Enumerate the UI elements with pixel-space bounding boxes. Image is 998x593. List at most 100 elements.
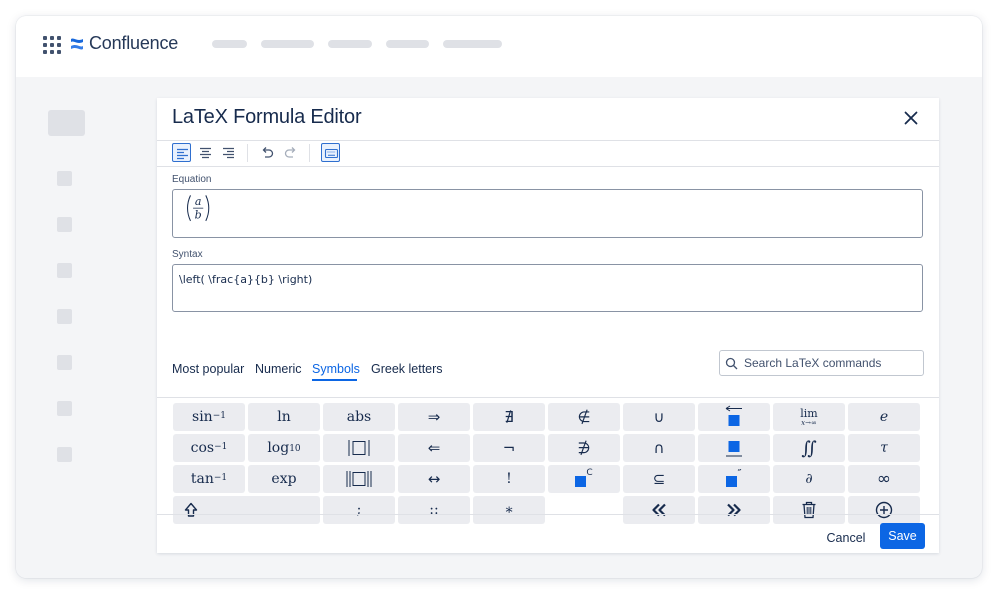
underline-placeholder-icon	[726, 441, 742, 457]
rendered-formula: a b	[187, 195, 210, 221]
key-log10[interactable]: log 10	[248, 434, 320, 462]
redo-button[interactable]	[281, 143, 300, 162]
key-intersection[interactable]: ∩	[623, 434, 695, 462]
sidebar-item-2[interactable]	[57, 217, 72, 232]
nav-placeholder-4[interactable]	[386, 40, 429, 48]
delete-button[interactable]	[773, 496, 845, 524]
sidebar-item-5[interactable]	[57, 355, 72, 370]
nav-placeholder-5[interactable]	[443, 40, 502, 48]
search-icon	[725, 357, 738, 370]
tab-greek-letters[interactable]: Greek letters	[371, 362, 443, 376]
key-overleftarrow[interactable]	[698, 403, 770, 431]
key-double-prime[interactable]: ″	[698, 465, 770, 493]
align-left-button[interactable]	[172, 143, 191, 162]
align-center-icon	[200, 147, 211, 159]
tab-most-popular[interactable]: Most popular	[172, 362, 244, 376]
search-input[interactable]	[744, 353, 919, 373]
tab-symbols[interactable]: Symbols	[312, 362, 360, 376]
nav-placeholder-1[interactable]	[212, 40, 247, 48]
align-right-button[interactable]	[219, 143, 238, 162]
nav-placeholder-2[interactable]	[261, 40, 314, 48]
symbol-keyboard: sin −1 ln abs ⇒ ∄ ∉ ∪ lim x→∞ e cos −1 log…	[172, 402, 923, 526]
shift-arrow-icon	[184, 502, 198, 517]
key-ln[interactable]: ln	[248, 403, 320, 431]
key-not-in[interactable]: ∉	[548, 403, 620, 431]
key-not-ni[interactable]: ∌	[548, 434, 620, 462]
sidebar-header-placeholder[interactable]	[48, 110, 85, 136]
insert-button[interactable]	[848, 496, 920, 524]
key-absolute-value[interactable]	[323, 434, 395, 462]
key-tau[interactable]: τ	[848, 434, 920, 462]
move-left-button[interactable]	[623, 496, 695, 524]
key-infinity[interactable]: ∞	[848, 465, 920, 493]
key-asterisk[interactable]: ∗	[473, 496, 545, 524]
confluence-logo-icon	[71, 38, 83, 50]
numerator: a	[195, 195, 202, 208]
key-arctan[interactable]: tan −1	[173, 465, 245, 493]
sidebar-item-1[interactable]	[57, 171, 72, 186]
brand-name[interactable]: Confluence	[89, 33, 178, 54]
key-implied-by[interactable]: ⇐	[398, 434, 470, 462]
save-button[interactable]: Save	[880, 523, 925, 549]
key-exp[interactable]: exp	[248, 465, 320, 493]
virtual-keyboard-toggle[interactable]	[321, 143, 340, 162]
key-leftrightarrow[interactable]: ↔	[398, 465, 470, 493]
denominator: b	[195, 208, 202, 221]
app-switcher-grid-icon[interactable]	[43, 36, 61, 54]
norm-placeholder-icon	[346, 471, 372, 487]
key-underline[interactable]	[698, 434, 770, 462]
key-abs[interactable]: abs	[323, 403, 395, 431]
equation-label: Equation	[172, 174, 212, 185]
divider	[157, 140, 939, 141]
divider	[157, 166, 939, 167]
search-commands-field[interactable]	[719, 350, 924, 376]
confluence-window: Confluence LaTeX Formula Editor Equation…	[16, 16, 982, 578]
key-norm[interactable]	[323, 465, 395, 493]
toolbar-divider	[309, 144, 310, 162]
sidebar-item-3[interactable]	[57, 263, 72, 278]
key-subseteq[interactable]: ⊆	[623, 465, 695, 493]
move-right-button[interactable]	[698, 496, 770, 524]
key-partial[interactable]: ∂	[773, 465, 845, 493]
tab-numeric[interactable]: Numeric	[255, 362, 302, 376]
redo-icon	[284, 147, 296, 158]
key-arccos[interactable]: cos −1	[173, 434, 245, 462]
sidebar-item-4[interactable]	[57, 309, 72, 324]
keyboard-icon	[324, 148, 339, 159]
undo-button[interactable]	[258, 143, 277, 162]
align-right-icon	[223, 147, 234, 159]
latex-editor-dialog: LaTeX Formula Editor Equation a b Syntax…	[157, 98, 939, 553]
key-double-colon[interactable]: ::	[398, 496, 470, 524]
key-union[interactable]: ∪	[623, 403, 695, 431]
key-semicolon[interactable]: ;	[323, 496, 395, 524]
key-e[interactable]: e	[848, 403, 920, 431]
top-navigation-bar: Confluence	[16, 16, 982, 77]
syntax-label: Syntax	[172, 249, 203, 260]
key-limit[interactable]: lim x→∞	[773, 403, 845, 431]
key-not-exists[interactable]: ∄	[473, 403, 545, 431]
cancel-button[interactable]: Cancel	[818, 525, 874, 550]
toolbar-divider	[247, 144, 248, 162]
key-complement[interactable]: C	[548, 465, 620, 493]
shift-key[interactable]	[173, 496, 320, 524]
overleftarrow-placeholder-icon	[725, 405, 742, 426]
sidebar-item-6[interactable]	[57, 401, 72, 416]
align-center-button[interactable]	[196, 143, 215, 162]
key-arcsin[interactable]: sin −1	[173, 403, 245, 431]
syntax-input[interactable]: \left( \frac{a}{b} \right)	[172, 264, 923, 312]
placeholder-box-icon	[575, 475, 587, 487]
key-negation[interactable]: ¬	[473, 434, 545, 462]
key-double-integral[interactable]: ∬	[773, 434, 845, 462]
placeholder-box-icon	[726, 475, 738, 487]
key-factorial[interactable]: !	[473, 465, 545, 493]
plus-circle-icon	[875, 501, 893, 519]
trash-icon	[802, 501, 816, 519]
equation-preview[interactable]: a b	[172, 189, 923, 238]
key-implies[interactable]: ⇒	[398, 403, 470, 431]
close-icon[interactable]	[902, 109, 920, 127]
sidebar-item-7[interactable]	[57, 447, 72, 462]
syntax-value: \left( \frac{a}{b} \right)	[179, 273, 313, 286]
align-left-icon	[177, 148, 188, 160]
nav-placeholder-3[interactable]	[328, 40, 372, 48]
abs-placeholder-icon	[348, 440, 370, 456]
